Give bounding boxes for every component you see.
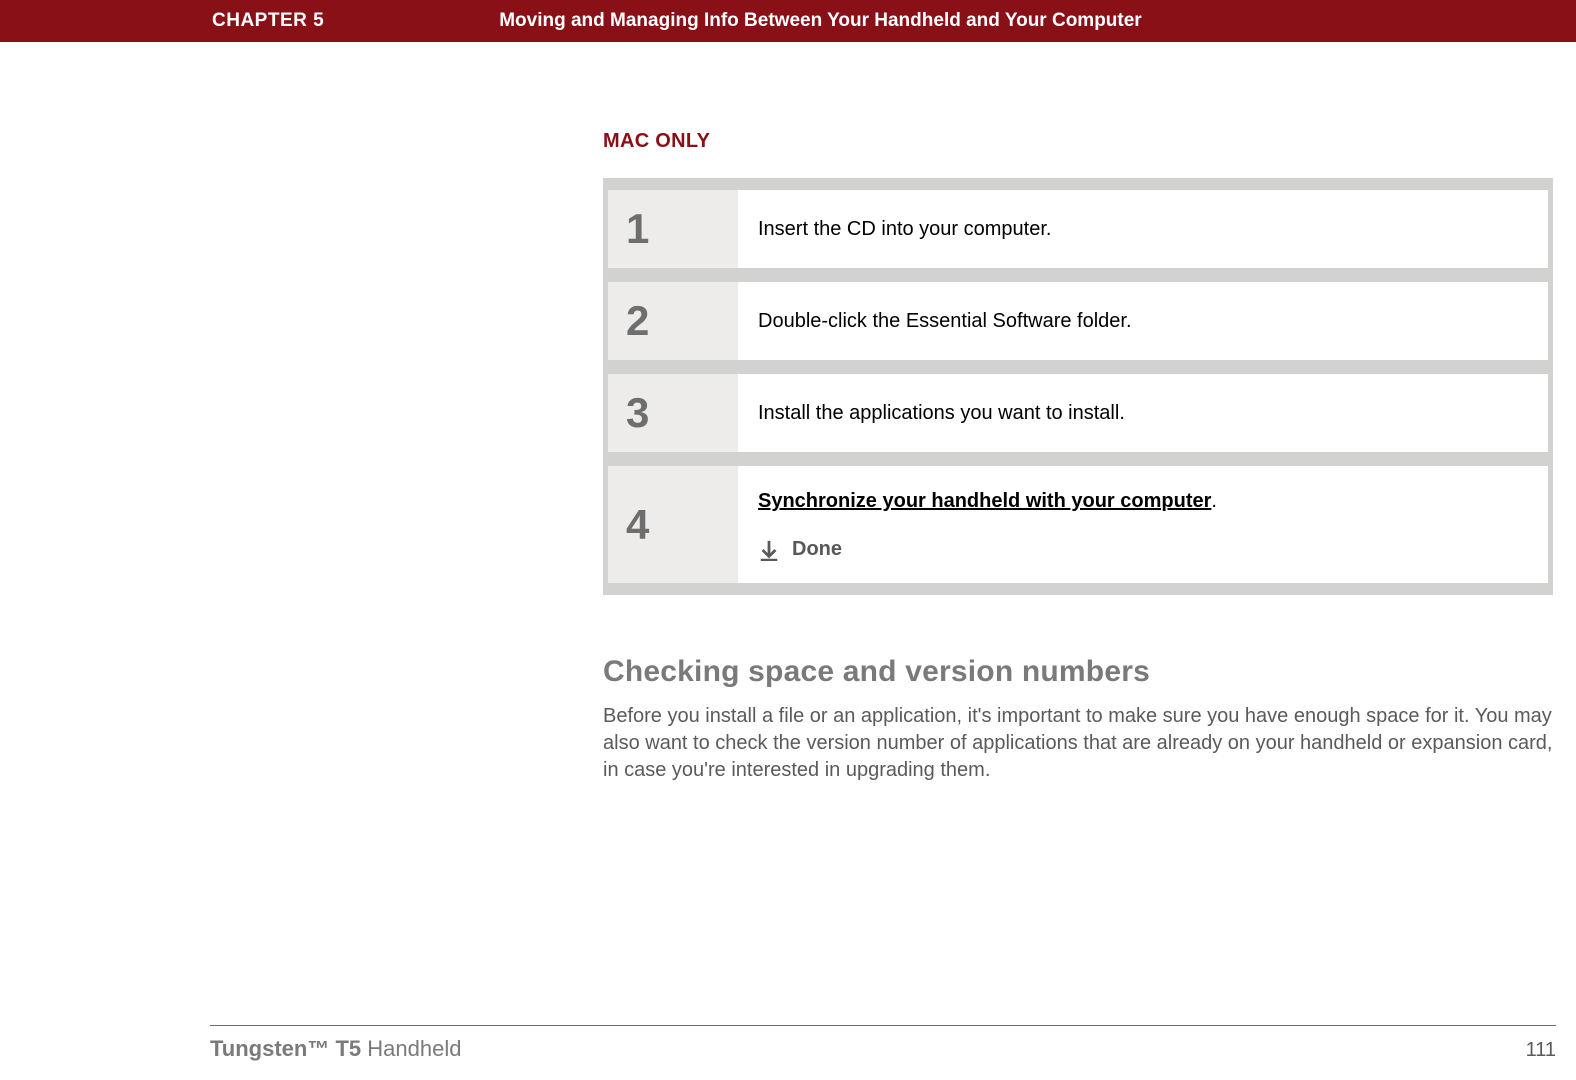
- done-label: Done: [792, 538, 842, 561]
- step-text: Insert the CD into your computer.: [758, 216, 1528, 242]
- step-number-cell: 2: [608, 282, 738, 360]
- steps-table: 1 Insert the CD into your computer. 2 Do…: [603, 178, 1553, 595]
- section-paragraph: Before you install a file or an applicat…: [603, 703, 1553, 784]
- step-row: 4 Synchronize your handheld with your co…: [608, 466, 1548, 583]
- platform-label: MAC ONLY: [603, 130, 1553, 153]
- step-row: 3 Install the applications you want to i…: [608, 374, 1548, 452]
- section-heading: Checking space and version numbers: [603, 655, 1553, 689]
- step-number: 3: [626, 392, 649, 434]
- step-body: Synchronize your handheld with your comp…: [738, 466, 1548, 583]
- step-number: 4: [626, 504, 649, 546]
- step-text: Install the applications you want to ins…: [758, 400, 1528, 426]
- step-row: 1 Insert the CD into your computer.: [608, 190, 1548, 268]
- step-number-cell: 3: [608, 374, 738, 452]
- footer-rule: [210, 1025, 1556, 1026]
- synchronize-link[interactable]: Synchronize your handheld with your comp…: [758, 490, 1211, 512]
- step-number-cell: 1: [608, 190, 738, 268]
- step-number: 2: [626, 300, 649, 342]
- step-row: 2 Double-click the Essential Software fo…: [608, 282, 1548, 360]
- step-body: Double-click the Essential Software fold…: [738, 282, 1548, 360]
- done-row: Done: [758, 538, 1528, 561]
- step-link-suffix: .: [1211, 490, 1217, 512]
- step-number: 1: [626, 208, 649, 250]
- step-body: Install the applications you want to ins…: [738, 374, 1548, 452]
- step-text: Double-click the Essential Software fold…: [758, 308, 1528, 334]
- chapter-label: CHAPTER 5: [212, 10, 324, 32]
- product-name-rest: Handheld: [361, 1036, 461, 1061]
- product-name-bold: Tungsten™ T5: [210, 1036, 361, 1061]
- down-arrow-icon: [758, 539, 780, 561]
- page-number: 111: [1526, 1039, 1556, 1062]
- page-footer: Tungsten™ T5 Handheld 111: [210, 1025, 1556, 1062]
- step-body: Insert the CD into your computer.: [738, 190, 1548, 268]
- chapter-title: Moving and Managing Info Between Your Ha…: [499, 10, 1142, 32]
- chapter-header: CHAPTER 5 Moving and Managing Info Betwe…: [0, 0, 1576, 42]
- step-number-cell: 4: [608, 466, 738, 583]
- product-name: Tungsten™ T5 Handheld: [210, 1036, 461, 1062]
